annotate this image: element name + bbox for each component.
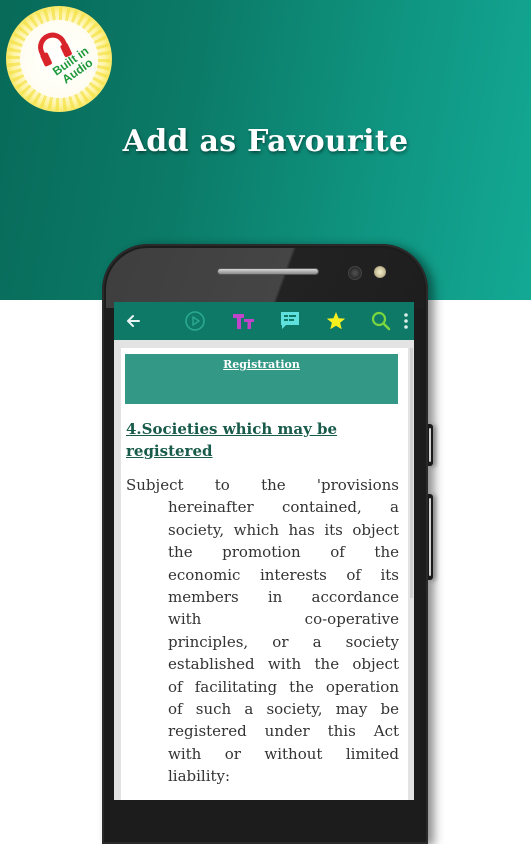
body-line: society, which has its object bbox=[168, 520, 399, 539]
body-line: of such a society, may be bbox=[168, 700, 399, 719]
section-title-link[interactable]: Registration bbox=[125, 358, 398, 371]
headline: Add as Favourite bbox=[122, 124, 409, 159]
app-toolbar bbox=[114, 302, 414, 340]
body-line: economic interests of its bbox=[168, 565, 399, 584]
notes-button[interactable] bbox=[279, 310, 301, 332]
arrow-left-icon bbox=[127, 315, 140, 327]
section-heading: 4.Societies which may be registered bbox=[126, 418, 396, 462]
play-circle-icon bbox=[185, 311, 205, 331]
phone-bezel-top bbox=[106, 248, 424, 308]
phone-side-button-top bbox=[428, 424, 433, 466]
more-vertical-icon bbox=[404, 313, 408, 329]
body-line: with co-operative bbox=[168, 610, 399, 629]
body-line: of facilitating the operation bbox=[168, 677, 399, 696]
text-size-icon bbox=[233, 314, 254, 329]
body-line: the promotion of the bbox=[168, 543, 399, 562]
app-screen: Registration 4.Societies which may be re… bbox=[114, 302, 414, 800]
document-page: Registration 4.Societies which may be re… bbox=[121, 348, 408, 800]
proximity-sensor bbox=[374, 266, 386, 278]
heading-line-1: 4.Societies which may be bbox=[126, 420, 338, 438]
comment-icon bbox=[281, 312, 299, 329]
section-body: Subject to the 'provisions hereinafter c… bbox=[126, 474, 399, 788]
heading-line-2: registered bbox=[126, 442, 213, 460]
front-camera bbox=[348, 266, 362, 280]
favourite-button[interactable] bbox=[325, 310, 347, 332]
search-icon bbox=[371, 311, 391, 331]
text-size-button[interactable] bbox=[231, 310, 257, 332]
body-line: with or without limited bbox=[168, 744, 399, 763]
built-in-audio-badge: Built in Audio bbox=[6, 6, 112, 112]
scrollbar[interactable] bbox=[410, 348, 413, 598]
body-line: hereinafter contained, a bbox=[168, 498, 399, 517]
more-options-button[interactable] bbox=[400, 310, 412, 332]
phone-side-button-bottom bbox=[428, 494, 433, 580]
back-button[interactable] bbox=[122, 310, 144, 332]
earpiece-speaker bbox=[218, 269, 318, 274]
body-line: members in accordance bbox=[168, 588, 399, 607]
body-line: liability: bbox=[168, 767, 231, 786]
play-audio-button[interactable] bbox=[184, 310, 206, 332]
body-line: registered under this Act bbox=[168, 722, 399, 741]
body-line: Subject to the 'provisions bbox=[126, 476, 399, 494]
search-button[interactable] bbox=[370, 310, 392, 332]
body-line: principles, or a society bbox=[168, 632, 399, 651]
section-header: Registration bbox=[125, 354, 398, 404]
star-icon bbox=[326, 312, 346, 330]
body-line: established with the object bbox=[168, 655, 399, 674]
